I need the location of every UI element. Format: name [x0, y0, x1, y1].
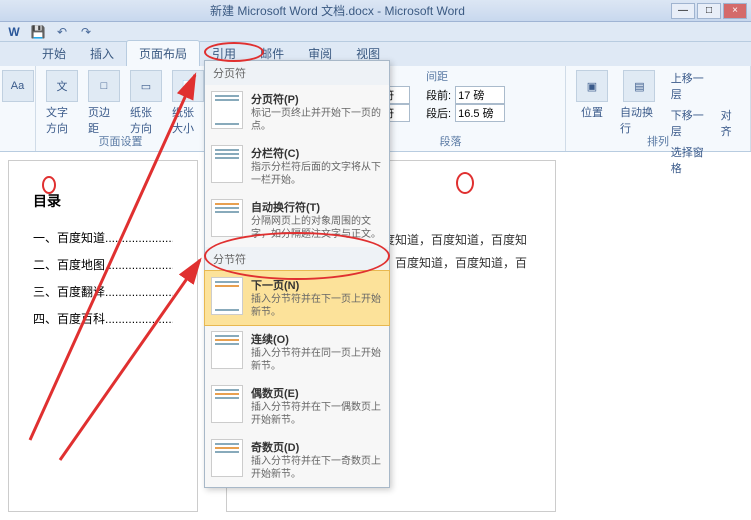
next-page-item[interactable]: 下一页(N)插入分节符并在下一页上开始新节。 [204, 270, 390, 326]
even-page-icon [211, 385, 243, 423]
spacing-before-input[interactable] [455, 86, 505, 104]
toc-item: 一、百度知道......................... [33, 229, 173, 246]
tab-insert[interactable]: 插入 [78, 41, 126, 66]
align-button[interactable]: 对齐 [717, 68, 744, 178]
toc-item: 四、百度百科......................... [33, 310, 173, 327]
arrange-group: ▣位置 ▤自动换行 上移一层 下移一层 选择窗格 对齐 排列 [566, 66, 751, 151]
margins-button[interactable]: □页边距 [84, 68, 124, 138]
minimize-button[interactable]: — [671, 3, 695, 19]
bring-forward-button[interactable]: 上移一层 [667, 68, 713, 104]
text-direction-icon: 文 [46, 70, 78, 102]
page-break-icon [211, 91, 243, 129]
toc-title: 目录 [33, 191, 173, 211]
breaks-dropdown: 分页符 分页符(P)标记一页终止并开始下一页的点。 分栏符(C)指示分栏符后面的… [204, 60, 390, 488]
text-wrap-icon [211, 199, 243, 237]
wrap-icon: ▤ [623, 70, 655, 102]
text-wrap-break-item[interactable]: 自动换行符(T)分隔网页上的对象周围的文字，如分隔题注文字与正文。 [205, 193, 389, 247]
maximize-button[interactable]: □ [697, 3, 721, 19]
word-icon: W [6, 24, 22, 40]
page-setup-group: 文文字方向 □页边距 ▭纸张方向 📄纸张大小 ▥分栏 页面设置 [36, 66, 206, 151]
page-break-item[interactable]: 分页符(P)标记一页终止并开始下一页的点。 [205, 85, 389, 139]
section-breaks-header: 分节符 [205, 247, 389, 271]
tab-page-layout[interactable]: 页面布局 [126, 40, 200, 66]
odd-page-item[interactable]: 奇数页(D)插入分节符并在下一奇数页上开始新节。 [205, 433, 389, 487]
size-icon: 📄 [172, 70, 204, 102]
page-breaks-header: 分页符 [205, 61, 389, 85]
spacing-before[interactable]: 段前: [426, 86, 505, 104]
odd-page-icon [211, 439, 243, 477]
undo-icon[interactable]: ↶ [54, 24, 70, 40]
spacing-after-input[interactable] [455, 104, 505, 122]
close-button[interactable]: × [723, 3, 747, 19]
next-page-icon [211, 277, 243, 315]
toc-item: 三、百度翻译......................... [33, 283, 173, 300]
themes-group: Aa [0, 66, 36, 151]
column-break-icon [211, 145, 243, 183]
themes-icon: Aa [2, 70, 34, 102]
position-icon: ▣ [576, 70, 608, 102]
orientation-button[interactable]: ▭纸张方向 [126, 68, 166, 138]
spacing-after[interactable]: 段后: [426, 104, 505, 122]
title-bar: 新建 Microsoft Word 文档.docx - Microsoft Wo… [0, 0, 751, 22]
column-break-item[interactable]: 分栏符(C)指示分栏符后面的文字将从下一栏开始。 [205, 139, 389, 193]
toc-item: 二、百度地图......................... [33, 256, 173, 273]
even-page-item[interactable]: 偶数页(E)插入分节符并在下一偶数页上开始新节。 [205, 379, 389, 433]
window-controls: — □ × [671, 3, 747, 19]
continuous-item[interactable]: 连续(O)插入分节符并在同一页上开始新节。 [205, 325, 389, 379]
size-button[interactable]: 📄纸张大小 [168, 68, 208, 138]
themes-button[interactable]: Aa [6, 68, 29, 106]
wrap-button[interactable]: ▤自动换行 [616, 68, 663, 178]
quick-access-toolbar: W 💾 ↶ ↷ [0, 22, 751, 42]
save-icon[interactable]: 💾 [30, 24, 46, 40]
text-direction-button[interactable]: 文文字方向 [42, 68, 82, 138]
position-button[interactable]: ▣位置 [572, 68, 612, 178]
margins-icon: □ [88, 70, 120, 102]
continuous-icon [211, 331, 243, 369]
spacing-label: 间距 [426, 68, 505, 84]
page-setup-label: 页面设置 [36, 133, 205, 149]
redo-icon[interactable]: ↷ [78, 24, 94, 40]
tab-home[interactable]: 开始 [30, 41, 78, 66]
window-title: 新建 Microsoft Word 文档.docx - Microsoft Wo… [4, 2, 671, 19]
arrange-label: 排列 [566, 133, 750, 149]
page-left[interactable]: 目录 一、百度知道......................... 二、百度地… [8, 160, 198, 512]
orientation-icon: ▭ [130, 70, 162, 102]
